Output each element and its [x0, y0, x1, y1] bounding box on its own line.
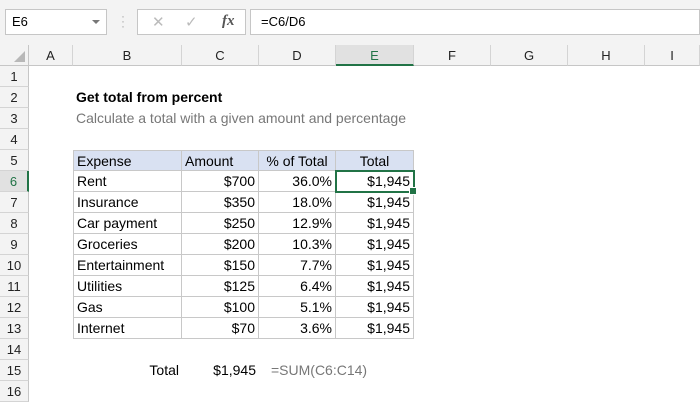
table-header-cell[interactable]: Amount	[182, 150, 259, 171]
table-cell[interactable]: 5.1%	[259, 297, 336, 318]
row-header-4[interactable]: 4	[0, 129, 29, 150]
table-cell[interactable]: 7.7%	[259, 255, 336, 276]
table-cell[interactable]: $1,945	[336, 297, 414, 318]
table-cell[interactable]: 36.0%	[259, 171, 336, 192]
column-header-F[interactable]: F	[414, 45, 491, 66]
table-cell[interactable]: $1,945	[336, 213, 414, 234]
table-cell[interactable]: $1,945	[336, 255, 414, 276]
table-header-cell[interactable]: Expense	[73, 150, 182, 171]
row-header-16[interactable]: 16	[0, 381, 29, 402]
row-header-12[interactable]: 12	[0, 297, 29, 318]
row-header-14[interactable]: 14	[0, 339, 29, 360]
row-header-7[interactable]: 7	[0, 192, 29, 213]
table-cell[interactable]: Rent	[73, 171, 182, 192]
summary-value[interactable]: $1,945	[182, 360, 259, 381]
row-header-3[interactable]: 3	[0, 108, 29, 129]
summary-label[interactable]: Total	[110, 360, 182, 381]
cancel-icon[interactable]: ✕	[152, 13, 165, 31]
table-cell[interactable]: Entertainment	[73, 255, 182, 276]
table-cell[interactable]: 6.4%	[259, 276, 336, 297]
table-cell[interactable]: Car payment	[73, 213, 182, 234]
name-box[interactable]: E6	[5, 9, 107, 35]
table-cell[interactable]: $1,945	[336, 234, 414, 255]
formula-buttons: ✕ ✓ fx	[137, 9, 246, 35]
row-header-13[interactable]: 13	[0, 318, 29, 339]
formula-bar: E6 · · · ✕ ✓ fx =C6/D6	[0, 0, 700, 45]
table-cell[interactable]: 12.9%	[259, 213, 336, 234]
column-header-B[interactable]: B	[73, 45, 182, 66]
table-cell[interactable]: $70	[182, 318, 259, 339]
table-cell[interactable]: $700	[182, 171, 259, 192]
row-header-15[interactable]: 15	[0, 360, 29, 381]
table-cell[interactable]: Insurance	[73, 192, 182, 213]
table-cell[interactable]: $1,945	[336, 318, 414, 339]
column-header-E[interactable]: E	[336, 45, 414, 66]
select-all-button[interactable]	[0, 45, 29, 66]
row-header-9[interactable]: 9	[0, 234, 29, 255]
drag-handle-icon[interactable]: · · ·	[121, 10, 125, 32]
column-header-D[interactable]: D	[259, 45, 336, 66]
column-header-A[interactable]: A	[29, 45, 73, 66]
table-cell[interactable]: Gas	[73, 297, 182, 318]
column-header-G[interactable]: G	[491, 45, 568, 66]
table-cell[interactable]: $100	[182, 297, 259, 318]
row-header-6[interactable]: 6	[0, 171, 29, 192]
row-header-1[interactable]: 1	[0, 66, 29, 87]
sheet-subtitle[interactable]: Calculate a total with a given amount an…	[73, 108, 409, 129]
table-cell[interactable]: Utilities	[73, 276, 182, 297]
column-header-C[interactable]: C	[182, 45, 259, 66]
table-cell[interactable]: 3.6%	[259, 318, 336, 339]
formula-input[interactable]: =C6/D6	[250, 9, 700, 35]
table-cell[interactable]: Groceries	[73, 234, 182, 255]
active-cell-selection[interactable]	[335, 170, 417, 195]
table-cell[interactable]: $1,945	[336, 276, 414, 297]
table-header-cell[interactable]: % of Total	[259, 150, 336, 171]
table-cell[interactable]: $200	[182, 234, 259, 255]
table-cell[interactable]: 10.3%	[259, 234, 336, 255]
table-cell[interactable]: $250	[182, 213, 259, 234]
column-header-H[interactable]: H	[568, 45, 645, 66]
summary-formula[interactable]: =SUM(C6:C14)	[268, 360, 370, 381]
sheet-title[interactable]: Get total from percent	[73, 87, 225, 108]
enter-icon[interactable]: ✓	[185, 13, 198, 31]
row-header-8[interactable]: 8	[0, 213, 29, 234]
column-header-I[interactable]: I	[645, 45, 700, 66]
row-header-2[interactable]: 2	[0, 87, 29, 108]
table-cell[interactable]: $125	[182, 276, 259, 297]
row-header-5[interactable]: 5	[0, 150, 29, 171]
table-cell[interactable]: $350	[182, 192, 259, 213]
row-header-10[interactable]: 10	[0, 255, 29, 276]
name-box-value: E6	[12, 14, 28, 29]
row-header-11[interactable]: 11	[0, 276, 29, 297]
insert-function-icon[interactable]: fx	[222, 13, 235, 30]
table-cell[interactable]: 18.0%	[259, 192, 336, 213]
table-cell[interactable]: $150	[182, 255, 259, 276]
table-cell[interactable]: Internet	[73, 318, 182, 339]
chevron-down-icon[interactable]	[92, 20, 100, 24]
table-cell[interactable]: $1,945	[336, 192, 414, 213]
table-header-cell[interactable]: Total	[336, 150, 414, 171]
